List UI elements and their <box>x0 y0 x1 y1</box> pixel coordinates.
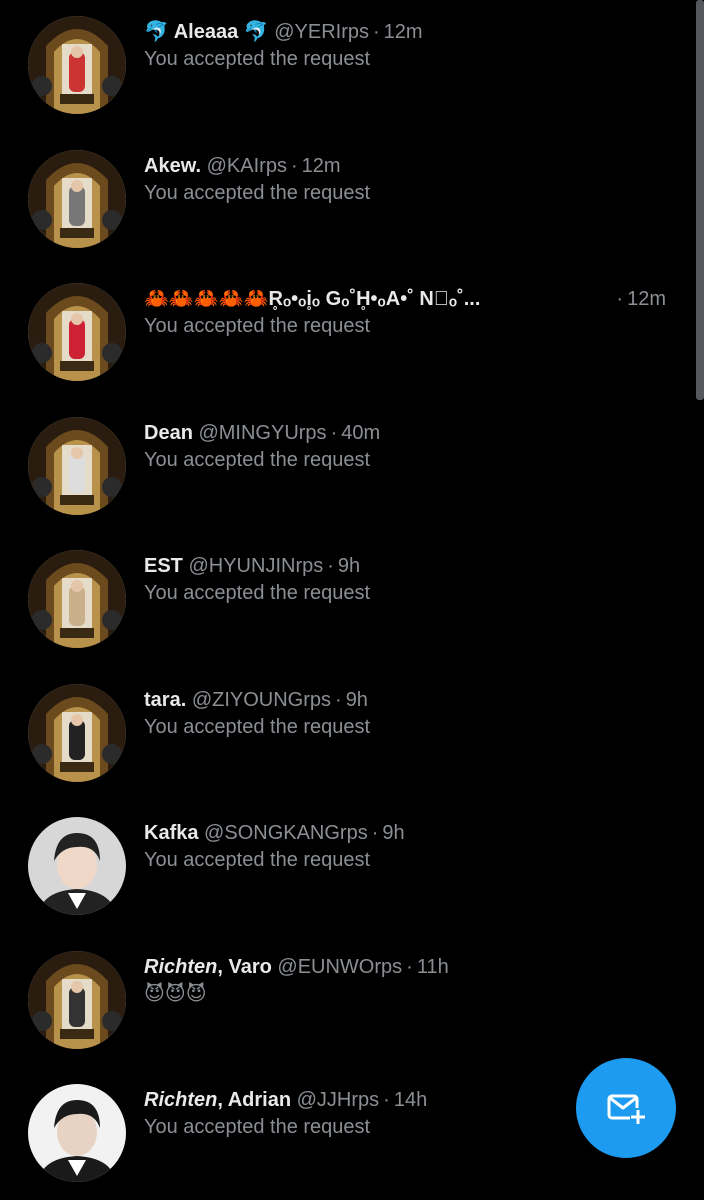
conversation-header: Richten, Varo @EUNWOrps · 11h <box>144 953 666 981</box>
display-name: Kafka <box>144 822 199 844</box>
message-preview: You accepted the request <box>144 715 371 738</box>
conversation-row[interactable]: Dean @MINGYUrps · 40m You accepted the requ… <box>0 401 696 521</box>
user-handle: @MINGYUrps <box>198 421 327 444</box>
user-handle: @HYUNJINrps <box>188 555 324 577</box>
timestamp: 40m <box>341 421 381 444</box>
display-name: 🐬 Aleaaa 🐬 <box>144 21 269 43</box>
avatar-image <box>28 550 126 648</box>
conversation-row[interactable]: EST @HYUNJINrps · 9h You accepted the reque… <box>0 534 696 654</box>
conversation-header: tara. @ZIYOUNGrps · 9h <box>144 686 666 714</box>
conversation-row[interactable]: Kafka @SONGKANGrps · 9h You accepted the re… <box>0 801 696 921</box>
separator-dot: · <box>290 154 298 177</box>
avatar-image <box>28 416 126 515</box>
message-preview: You accepted the request <box>144 582 371 604</box>
timestamp: 9h <box>337 555 361 577</box>
message-preview: 😈😈😈 <box>144 982 207 1005</box>
avatar[interactable] <box>28 950 126 1049</box>
display-name: Akew. <box>144 154 202 177</box>
conversation-row[interactable]: tara. @ZIYOUNGrps · 9h You accepted the req… <box>0 668 696 788</box>
conversation-header: EST @HYUNJINrps · 9h <box>144 552 666 580</box>
user-handle: @EUNWOrps <box>277 955 403 978</box>
conversation-row[interactable]: 🦀🦀🦀🦀🦀R̥ₒ•ₒi̥ₒ Gₒ˚H̥•ₒA•˚ N᪶ₒ˚... · 12m You … <box>0 267 696 387</box>
conversation-header: 🦀🦀🦀🦀🦀R̥ₒ•ₒi̥ₒ Gₒ˚H̥•ₒA•˚ N᪶ₒ˚... <box>144 285 546 313</box>
conversation-header: Akew. @KAIrps · 12m <box>144 152 666 180</box>
conversation-header: Kafka @SONGKANGrps · 9h <box>144 819 666 847</box>
timestamp: 11h <box>416 955 449 978</box>
avatar-image <box>28 283 126 381</box>
avatar[interactable] <box>28 416 126 515</box>
display-name-italic: Richten <box>144 955 218 978</box>
user-handle: @YERIrps <box>274 21 369 43</box>
avatar-image <box>28 950 126 1049</box>
avatar[interactable] <box>28 149 126 248</box>
avatar-image <box>28 683 126 782</box>
separator-dot: · <box>327 555 334 577</box>
new-message-icon <box>607 1094 646 1124</box>
separator-dot: · <box>371 822 379 844</box>
separator-dot: · <box>406 955 413 978</box>
avatar[interactable] <box>28 1084 126 1182</box>
timestamp: 14h <box>393 1089 428 1111</box>
avatar[interactable] <box>28 550 126 648</box>
display-name: EST <box>144 555 183 577</box>
separator-dot: · <box>383 1089 390 1111</box>
display-name-rest: , Adrian <box>217 1089 292 1111</box>
timestamp: 9h <box>345 688 368 711</box>
timestamp: 12m <box>383 21 423 43</box>
separator-dot: · <box>616 288 624 310</box>
display-name-rest: , Varo <box>217 955 272 978</box>
avatar[interactable] <box>28 283 126 381</box>
user-handle: @SONGKANGrps <box>204 822 368 844</box>
conversation-row[interactable]: Akew. @KAIrps · 12m You accepted the reques… <box>0 134 696 254</box>
conversation-row[interactable]: 🐬 Aleaaa 🐬 @YERIrps · 12m You accepted the … <box>0 0 696 120</box>
avatar[interactable] <box>28 683 126 782</box>
timestamp: 9h <box>382 822 405 844</box>
new-message-button[interactable] <box>576 1058 676 1158</box>
display-name: 🦀🦀🦀🦀🦀R̥ₒ•ₒi̥ₒ Gₒ˚H̥•ₒA•˚ N᪶ₒ˚... <box>144 288 481 310</box>
timestamp: 12m <box>627 288 666 310</box>
message-preview: You accepted the request <box>144 849 371 871</box>
avatar-image <box>28 817 126 915</box>
conversation-header: 🐬 Aleaaa 🐬 @YERIrps · 12m <box>144 18 666 46</box>
separator-dot: · <box>373 21 380 43</box>
avatar[interactable] <box>28 817 126 915</box>
conversation-row[interactable]: Richten, Varo @EUNWOrps · 11h 😈😈😈 <box>0 935 696 1055</box>
timestamp: 12m <box>301 154 341 177</box>
user-handle: @ZIYOUNGrps <box>191 688 332 711</box>
scrollbar[interactable] <box>696 0 704 400</box>
message-preview: You accepted the request <box>144 181 371 204</box>
separator-dot: · <box>335 688 342 711</box>
display-name-italic: Richten <box>144 1089 218 1111</box>
conversation-header: Dean @MINGYUrps · 40m <box>144 419 666 447</box>
message-preview: You accepted the request <box>144 315 371 337</box>
avatar-image <box>28 1084 126 1182</box>
message-preview: You accepted the request <box>144 448 371 471</box>
display-name: Richten, Varo <box>144 956 272 978</box>
display-name: tara. <box>144 688 187 711</box>
avatar[interactable] <box>28 16 126 114</box>
separator-dot: · <box>330 421 338 444</box>
message-preview: You accepted the request <box>144 48 371 70</box>
user-handle: @KAIrps <box>206 154 287 177</box>
avatar-image <box>28 149 126 248</box>
display-name: Richten, Adrian <box>144 1089 291 1111</box>
timestamp-wrapper: · 12m <box>612 285 666 313</box>
display-name: Dean <box>144 421 193 444</box>
user-handle: @JJHrps <box>296 1089 380 1111</box>
avatar-image <box>28 16 126 114</box>
